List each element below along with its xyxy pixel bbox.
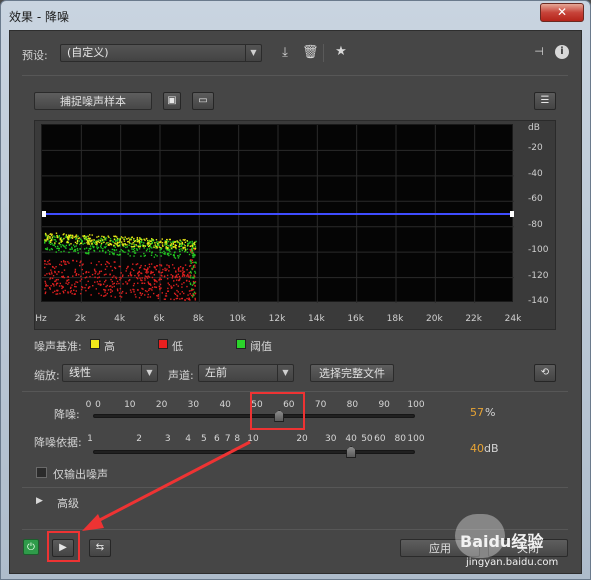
watermark-brand: Baidu经验 [460,532,544,551]
watermark-url: jingyan.baidu.com [466,557,559,568]
annotation-arrow [82,440,251,531]
